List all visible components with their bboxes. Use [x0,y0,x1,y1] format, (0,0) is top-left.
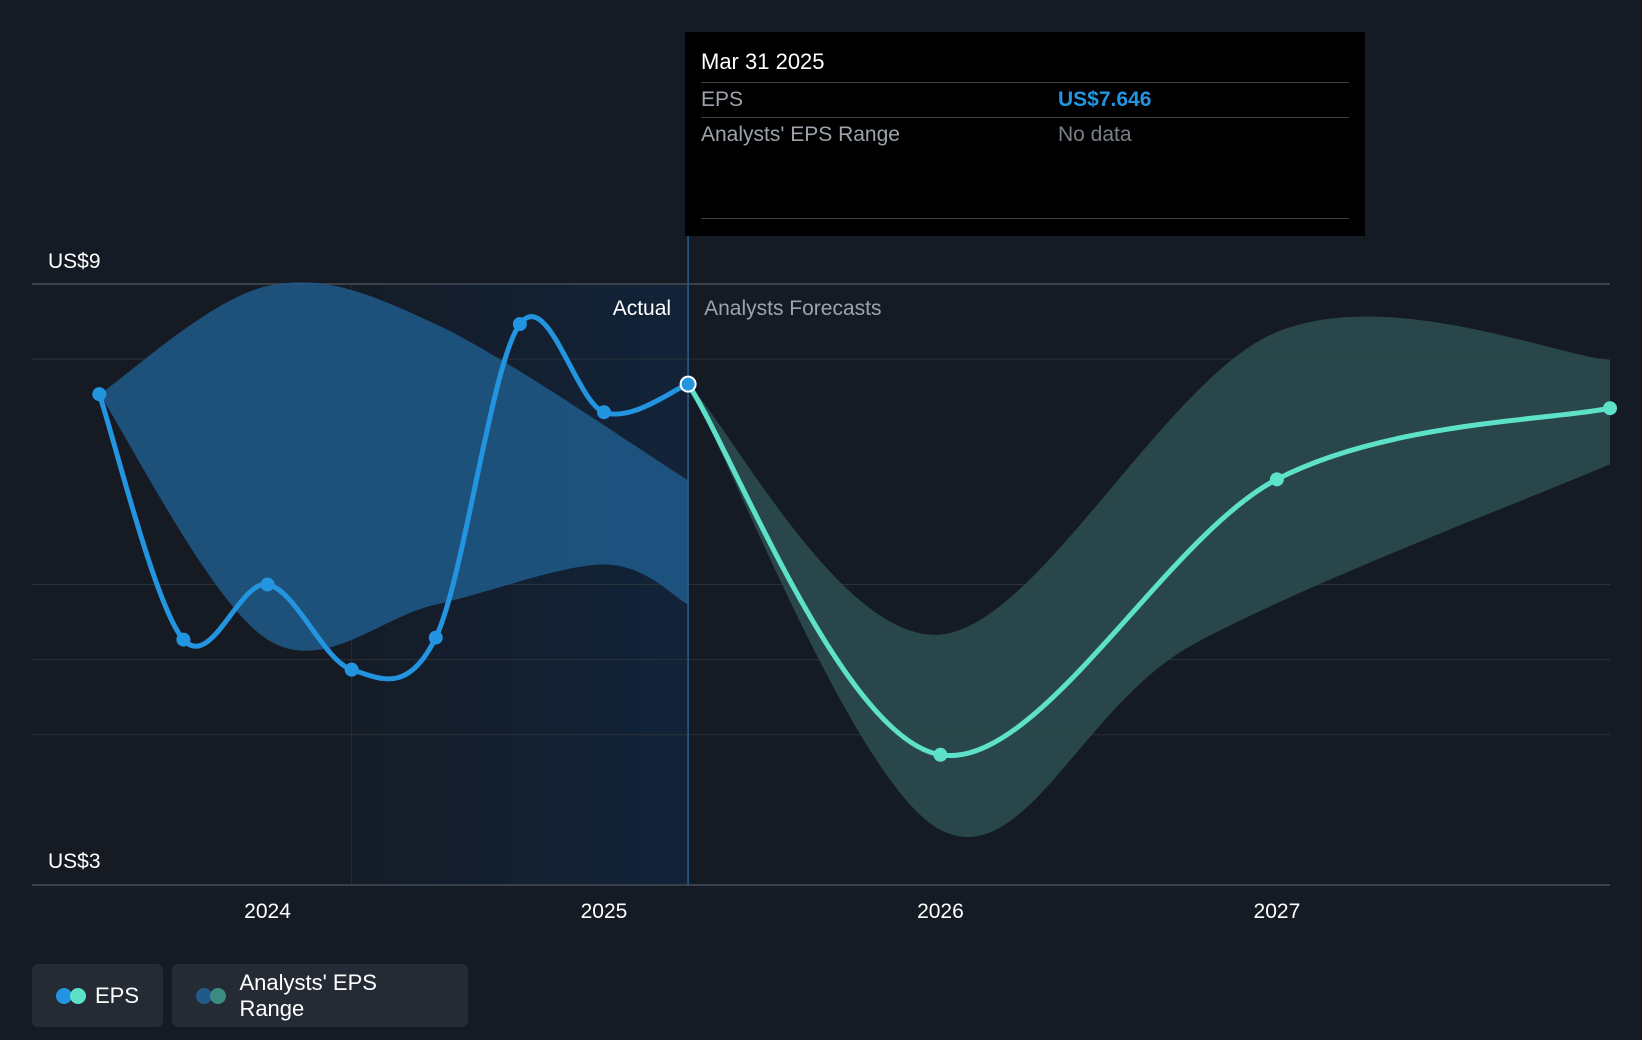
tooltip-row-range: Analysts' EPS Range No data [701,118,1349,152]
x-tick-label: 2025 [581,900,628,923]
eps-forecast-point [1603,401,1617,416]
hover-tooltip: Mar 31 2025 EPS US$7.646 Analysts' EPS R… [685,32,1365,236]
legend-item-eps-range[interactable]: Analysts' EPS Range [172,964,468,1027]
tooltip-range-label: Analysts' EPS Range [701,123,900,146]
eps-forecast-point [1269,472,1284,487]
x-tick-label: 2027 [1254,900,1301,923]
forecast-region-label: Analysts Forecasts [704,297,881,320]
y-tick-label-top: US$9 [48,250,101,273]
eps-actual-point [428,630,443,645]
y-tick-label-bottom: US$3 [48,850,101,873]
tooltip-eps-label: EPS [701,88,744,111]
legend-range-label: Analysts' EPS Range [239,969,377,1021]
legend-item-eps[interactable]: EPS [32,964,163,1027]
tooltip-eps-value: US$7.646 [1058,88,1152,111]
x-tick-label: 2024 [244,900,291,923]
legend-eps-label: EPS [94,982,139,1008]
eps-actual-point [260,577,275,592]
actual-region-label: Actual [613,297,671,320]
eps-actual-point [176,632,191,647]
legend-range-icon [196,987,226,1004]
legend-eps-icon [56,987,86,1004]
tooltip-date: Mar 31 2025 [701,32,1349,83]
eps-actual-point [92,387,107,402]
x-tick-label: 2026 [917,900,964,923]
tooltip-divider [701,218,1349,219]
tooltip-range-value: No data [1058,123,1132,146]
eps-actual-point [512,317,527,332]
eps-actual-point [344,662,359,677]
eps-chart-view: US$9 US$3 2024 2025 2026 2027 Actual Analysts F… [0,0,1642,1040]
eps-actual-point [596,405,611,420]
eps-range-forecast-band [688,316,1610,837]
selected-point-marker [679,375,697,393]
eps-forecast-point [933,747,948,762]
tooltip-row-eps: EPS US$7.646 [701,83,1349,118]
